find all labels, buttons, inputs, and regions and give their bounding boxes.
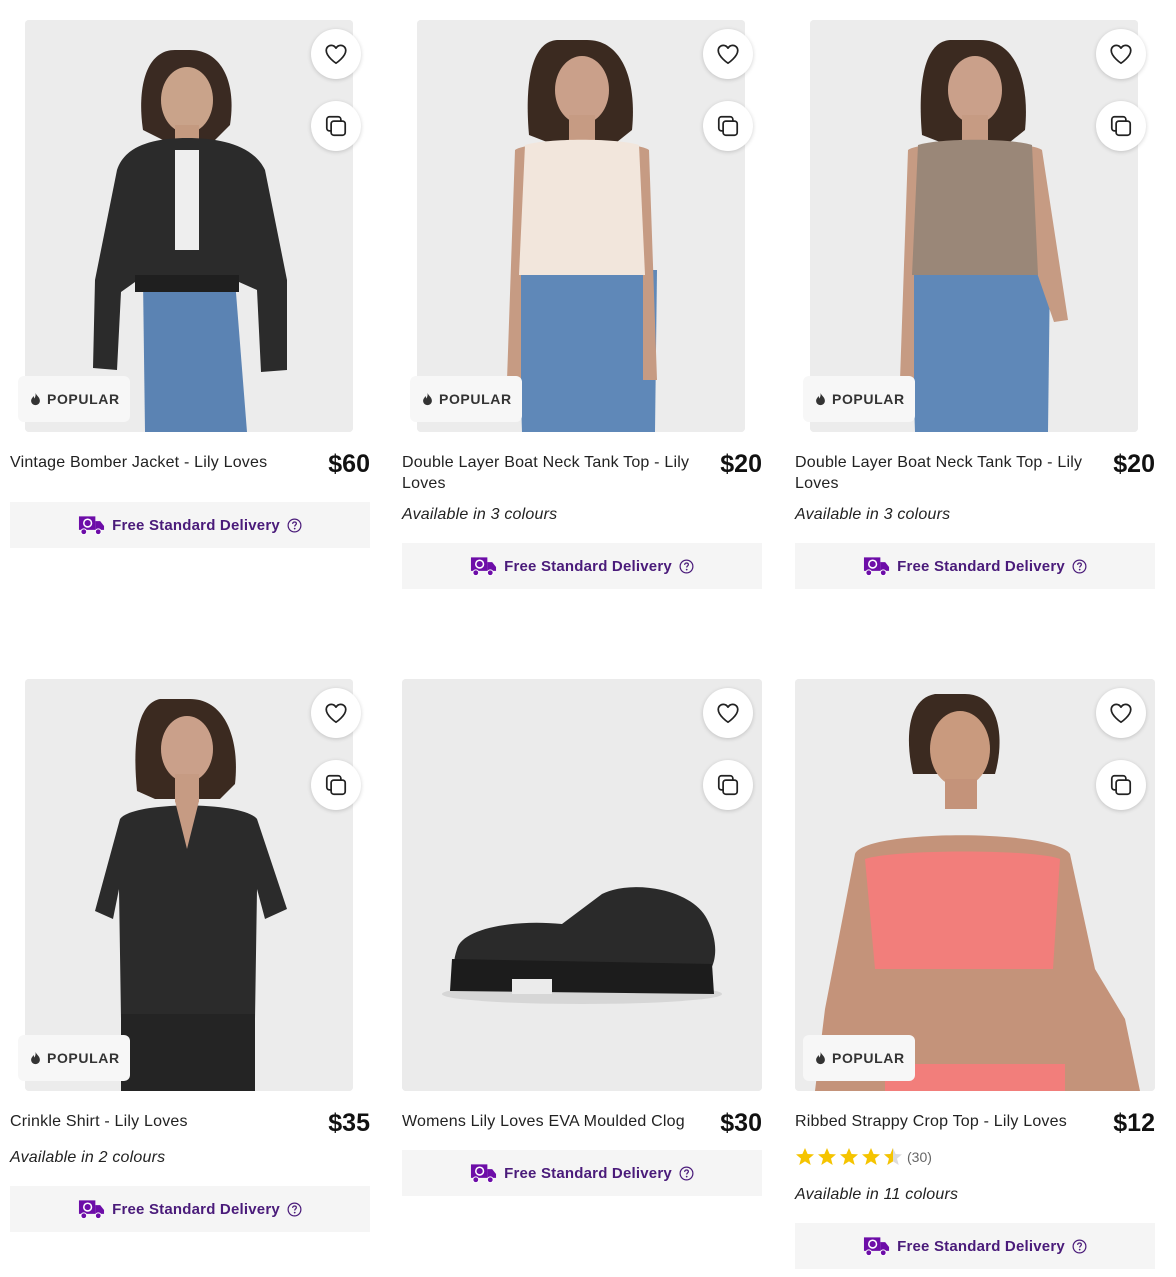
colour-availability[interactable]: Available in 11 colours [795,1186,1155,1204]
compare-button[interactable] [703,760,753,810]
popular-badge: POPULAR [803,1035,915,1081]
popular-badge: POPULAR [410,376,522,422]
copy-stack-icon [325,115,347,137]
delivery-truck-icon [471,1164,497,1184]
product-card[interactable]: Womens Lily Loves EVA Moulded Clog $30 F… [402,679,762,1196]
delivery-label: Free Standard Delivery [112,1200,280,1218]
product-price: $20 [1113,450,1155,478]
product-image[interactable] [795,679,1155,1091]
delivery-label: Free Standard Delivery [897,1237,1065,1255]
delivery-truck-icon [864,1237,890,1257]
compare-button[interactable] [311,101,361,151]
delivery-label: Free Standard Delivery [504,557,672,575]
delivery-label: Free Standard Delivery [504,1164,672,1182]
woman-leather-jacket-illustration [25,20,353,432]
popular-badge: POPULAR [18,1035,130,1081]
product-image[interactable] [25,20,353,432]
wishlist-button[interactable] [311,29,361,79]
heart-outline-icon [1110,44,1132,65]
product-price: $35 [328,1109,370,1137]
product-name[interactable]: Crinkle Shirt - Lily Loves [10,1111,300,1132]
free-delivery-banner[interactable]: Free Standard Delivery [795,1223,1155,1269]
product-card[interactable]: POPULAR Double Layer Boat Neck Tank Top … [402,20,762,589]
wishlist-button[interactable] [703,688,753,738]
wishlist-button[interactable] [311,688,361,738]
wishlist-button[interactable] [1096,688,1146,738]
flame-icon [423,392,432,406]
delivery-truck-icon [79,516,105,536]
question-circle-icon[interactable] [679,559,694,574]
flame-icon [31,1051,40,1065]
product-card[interactable]: POPULAR Ribbed Strappy Crop Top - Lily L… [795,679,1155,1269]
copy-stack-icon [717,115,739,137]
heart-outline-icon [1110,703,1132,724]
colour-availability[interactable]: Available in 3 colours [795,506,1155,524]
copy-stack-icon [717,774,739,796]
compare-button[interactable] [1096,101,1146,151]
question-circle-icon[interactable] [287,518,302,533]
flame-icon [816,1051,825,1065]
free-delivery-banner[interactable]: Free Standard Delivery [402,543,762,589]
popular-label: POPULAR [439,391,512,407]
wishlist-button[interactable] [1096,29,1146,79]
free-delivery-banner[interactable]: Free Standard Delivery [10,1186,370,1232]
product-image[interactable] [417,20,745,432]
flame-icon [31,392,40,406]
compare-button[interactable] [1096,760,1146,810]
product-name[interactable]: Double Layer Boat Neck Tank Top - Lily L… [402,452,692,494]
product-card[interactable]: POPULAR Crinkle Shirt - Lily Loves $35 A… [10,679,370,1232]
popular-badge: POPULAR [18,376,130,422]
colour-availability[interactable]: Available in 3 colours [402,506,762,524]
product-image[interactable] [402,679,762,1091]
woman-black-shirt-illustration [25,679,353,1091]
product-name[interactable]: Womens Lily Loves EVA Moulded Clog [402,1111,692,1132]
question-circle-icon[interactable] [287,1202,302,1217]
product-card[interactable]: POPULAR Double Layer Boat Neck Tank Top … [795,20,1155,589]
product-name[interactable]: Ribbed Strappy Crop Top - Lily Loves [795,1111,1085,1132]
woman-cream-tank-illustration [417,20,745,432]
woman-taupe-tank-illustration [810,20,1138,432]
wishlist-button[interactable] [703,29,753,79]
popular-badge: POPULAR [803,376,915,422]
question-circle-icon[interactable] [1072,1239,1087,1254]
copy-stack-icon [1110,774,1132,796]
popular-label: POPULAR [832,391,905,407]
copy-stack-icon [325,774,347,796]
delivery-truck-icon [864,557,890,577]
product-name[interactable]: Double Layer Boat Neck Tank Top - Lily L… [795,452,1085,494]
product-card[interactable]: POPULAR Vintage Bomber Jacket - Lily Lov… [10,20,370,548]
delivery-label: Free Standard Delivery [897,557,1065,575]
product-image[interactable] [25,679,353,1091]
product-image[interactable] [810,20,1138,432]
product-price: $12 [1113,1109,1155,1137]
delivery-truck-icon [471,557,497,577]
question-circle-icon[interactable] [1072,559,1087,574]
product-price: $60 [328,450,370,478]
product-price: $30 [720,1109,762,1137]
product-name[interactable]: Vintage Bomber Jacket - Lily Loves [10,452,300,473]
popular-label: POPULAR [832,1050,905,1066]
compare-button[interactable] [703,101,753,151]
heart-outline-icon [325,44,347,65]
heart-outline-icon [717,44,739,65]
copy-stack-icon [1110,115,1132,137]
woman-pink-crop-top-illustration [795,679,1155,1091]
free-delivery-banner[interactable]: Free Standard Delivery [795,543,1155,589]
popular-label: POPULAR [47,1050,120,1066]
question-circle-icon[interactable] [679,1166,694,1181]
free-delivery-banner[interactable]: Free Standard Delivery [10,502,370,548]
product-price: $20 [720,450,762,478]
compare-button[interactable] [311,760,361,810]
flame-icon [816,392,825,406]
heart-outline-icon [325,703,347,724]
heart-outline-icon [717,703,739,724]
delivery-label: Free Standard Delivery [112,516,280,534]
popular-label: POPULAR [47,391,120,407]
delivery-truck-icon [79,1200,105,1220]
black-clog-illustration [402,679,762,1091]
